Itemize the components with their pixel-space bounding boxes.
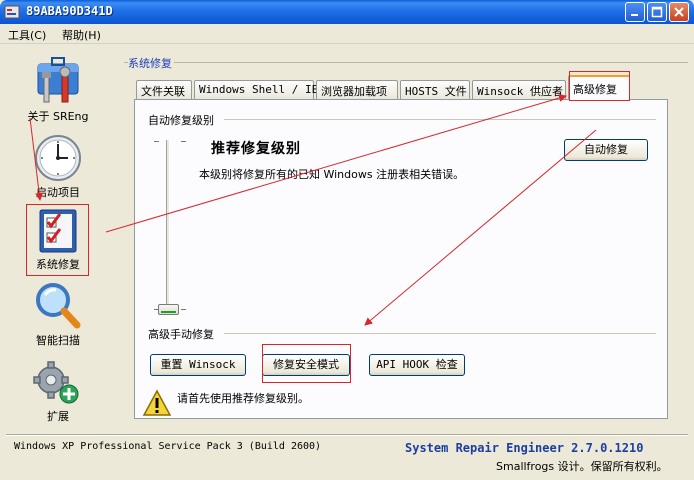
api-hook-check-button[interactable]: API HOOK 检查	[369, 354, 465, 376]
maximize-icon	[651, 6, 663, 18]
app-icon	[4, 5, 20, 19]
group-title: 系统修复	[128, 55, 174, 71]
gears-icon	[33, 361, 79, 404]
sidebar-item-startup[interactable]: 启动项目	[14, 134, 102, 200]
tab-label: Winsock 供应者	[477, 85, 563, 98]
window-title: 89ABA90D341D	[26, 4, 113, 18]
tab-winsock-providers[interactable]: Winsock 供应者	[472, 80, 566, 99]
tab-label: Windows Shell / IE	[199, 83, 319, 96]
title-bar[interactable]: 89ABA90D341D	[0, 0, 694, 24]
clock-icon	[35, 135, 81, 181]
advanced-manual-repair-label: 高级手动修复	[148, 328, 214, 341]
toolbox-icon	[37, 57, 79, 103]
sidebar-selection-highlight	[26, 204, 89, 276]
magnifier-icon	[36, 283, 81, 329]
os-version-text: Windows XP Professional Service Pack 3 (…	[14, 441, 322, 452]
section-divider	[224, 119, 656, 120]
repair-level-slider-thumb[interactable]	[158, 304, 179, 315]
tab-browser-addons[interactable]: 浏览器加载项	[316, 80, 398, 99]
minimize-icon	[631, 14, 638, 16]
slider-tick	[154, 141, 159, 142]
auto-repair-level-label: 自动修复级别	[148, 114, 214, 127]
status-separator-highlight	[6, 435, 688, 436]
tab-label: 文件关联	[141, 85, 185, 98]
recommended-level-heading: 推荐修复级别	[211, 141, 301, 157]
sidebar-item-label: 智能扫描	[36, 334, 80, 347]
repair-level-slider-track[interactable]	[166, 140, 170, 310]
slider-tick	[181, 309, 186, 310]
tab-hosts-file[interactable]: HOSTS 文件	[400, 80, 470, 99]
tab-label: HOSTS 文件	[405, 85, 467, 98]
sidebar-item-about[interactable]: 关于 SREng	[14, 56, 102, 124]
close-button[interactable]	[669, 2, 689, 22]
menu-help[interactable]: 帮助(H)	[62, 27, 101, 43]
minimize-button[interactable]	[625, 2, 645, 22]
group-frame-line	[124, 62, 688, 63]
maximize-button[interactable]	[647, 2, 667, 22]
reset-winsock-button[interactable]: 重置 Winsock	[150, 354, 246, 376]
sidebar-item-label: 扩展	[47, 410, 69, 423]
annotation-box-safe-mode	[262, 344, 351, 383]
auto-repair-button[interactable]: 自动修复	[564, 139, 648, 161]
copyright-text: Smallfrogs 设计。保留所有权利。	[496, 460, 668, 473]
tab-label: 浏览器加载项	[321, 85, 387, 98]
annotation-box-advanced-tab	[569, 71, 630, 101]
sidebar-item-extensions[interactable]: 扩展	[14, 358, 102, 424]
menu-bar: 工具(C) 帮助(H)	[0, 24, 694, 44]
sidebar-item-label: 关于 SREng	[27, 110, 89, 123]
section-divider	[224, 333, 656, 334]
slider-tick	[181, 141, 186, 142]
product-version-text: System Repair Engineer 2.7.0.1210	[405, 441, 644, 455]
menu-tools[interactable]: 工具(C)	[8, 27, 46, 43]
recommended-level-description: 本级别将修复所有的已知 Windows 注册表相关错误。	[199, 168, 465, 181]
warning-message: 请首先使用推荐修复级别。	[177, 392, 309, 405]
sidebar-item-smart-scan[interactable]: 智能扫描	[14, 282, 102, 348]
tab-windows-shell-ie[interactable]: Windows Shell / IE	[194, 80, 318, 99]
tab-file-association[interactable]: 文件关联	[136, 80, 192, 99]
close-icon	[674, 7, 684, 17]
sidebar-item-label: 启动项目	[36, 186, 80, 199]
warning-icon	[142, 389, 172, 416]
